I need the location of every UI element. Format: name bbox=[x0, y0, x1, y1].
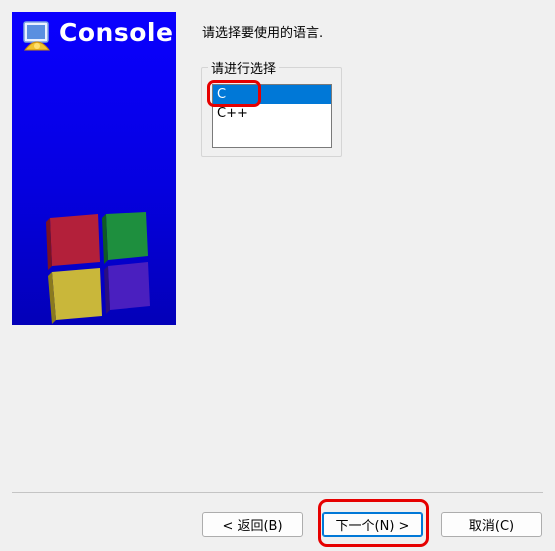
codeblocks-logo-icon bbox=[23, 21, 51, 51]
colored-cubes-graphic bbox=[46, 212, 150, 324]
footer-divider bbox=[12, 492, 543, 493]
group-label: 请进行选择 bbox=[208, 58, 280, 77]
annotation-highlight-next bbox=[318, 499, 429, 547]
language-prompt: 请选择要使用的语言. bbox=[202, 26, 324, 41]
cancel-button[interactable]: 取消(C) bbox=[441, 512, 542, 537]
annotation-highlight-c bbox=[207, 80, 261, 107]
side-title: Console bbox=[59, 18, 174, 47]
back-button[interactable]: < 返回(B) bbox=[202, 512, 303, 537]
wizard-side-banner: Console bbox=[12, 12, 176, 325]
